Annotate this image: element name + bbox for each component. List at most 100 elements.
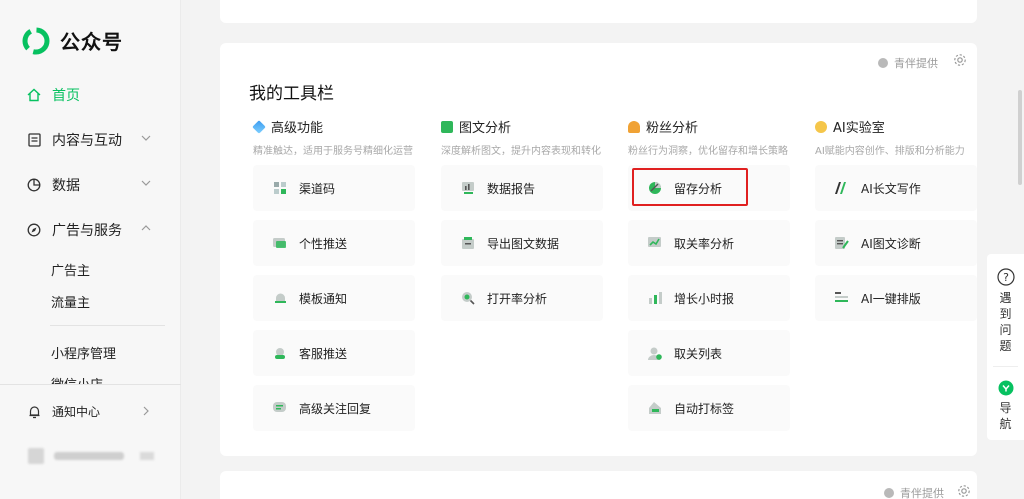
sidebar-divider: [50, 325, 165, 326]
sidebar-item-home[interactable]: 首页: [26, 85, 156, 105]
column-desc: AI赋能内容创作、排版和分析能力: [815, 146, 965, 157]
sidebar-item-data[interactable]: 数据: [26, 175, 156, 195]
nav-label: 导航: [999, 401, 1012, 431]
tool-label: 取关列表: [674, 346, 723, 361]
tool-label: 打开率分析: [487, 291, 548, 306]
sidebar-item-label: 数据: [52, 178, 80, 194]
sidebar-subitem-advertiser[interactable]: 广告主: [51, 260, 90, 279]
column-title: 图文分析: [459, 121, 512, 136]
column-desc: 精准触达，适用于服务号精细化运营: [253, 146, 413, 157]
tool-ai-one-click-layout[interactable]: AI一键排版: [815, 275, 977, 321]
tool-label: 个性推送: [299, 236, 348, 251]
help-label: 遇到问题: [999, 291, 1012, 353]
column-title: 高级功能: [271, 121, 324, 136]
sidebar-subitem-miniprogram[interactable]: 小程序管理: [51, 343, 116, 362]
column-title: AI实验室: [833, 121, 885, 136]
user-icon: [628, 120, 640, 133]
tool-channel-code[interactable]: 渠道码: [253, 165, 415, 211]
user-remove-icon: [648, 346, 662, 360]
document-icon: [26, 132, 42, 148]
tool-unfollow-rate-analysis[interactable]: 取关率分析: [628, 220, 790, 266]
chevron-up-icon: [141, 225, 151, 231]
message-card-icon: [273, 236, 287, 250]
sidebar-item-content[interactable]: 内容与互动: [26, 130, 156, 150]
sidebar-subitem-publisher[interactable]: 流量主: [51, 292, 90, 311]
tool-hourly-growth-report[interactable]: 增长小时报: [628, 275, 790, 321]
column-desc: 深度解析图文，提升内容表现和转化: [441, 146, 601, 157]
column-advanced: 高级功能 精准触达，适用于服务号精细化运营: [252, 117, 413, 157]
tool-export-article-data[interactable]: 导出图文数据: [441, 220, 603, 266]
tool-label: 高级关注回复: [299, 401, 372, 416]
sidebar-item-notifications[interactable]: 通知中心: [26, 403, 156, 420]
toolbar-card: 青伴提供 我的工具栏 高级功能 精准触达，适用于服务号精细化运营 图文分析 深度…: [220, 43, 977, 456]
previous-card: [220, 0, 977, 23]
column-article-analysis: 图文分析 深度解析图文，提升内容表现和转化: [441, 117, 601, 157]
tool-personal-push[interactable]: 个性推送: [253, 220, 415, 266]
tool-label: AI图文诊断: [861, 236, 921, 251]
tool-label: 模板通知: [299, 291, 348, 306]
chevron-right-icon: [143, 406, 149, 416]
bar-chart-icon: [441, 120, 453, 133]
tag-icon: [648, 401, 662, 415]
column-fan-analysis: 粉丝分析 粉丝行为洞察，优化留存和增长策略: [628, 117, 788, 157]
tool-advanced-follow-reply[interactable]: 高级关注回复: [253, 385, 415, 431]
magnifier-icon: [461, 291, 475, 305]
headset-icon: [273, 346, 287, 360]
column-title: 粉丝分析: [646, 121, 699, 136]
panel-divider: [993, 366, 1018, 367]
report-chart-icon: [461, 181, 475, 195]
tool-unfollow-list[interactable]: 取关列表: [628, 330, 790, 376]
tool-template-notice[interactable]: 模板通知: [253, 275, 415, 321]
highlight-box: [632, 168, 748, 206]
tool-auto-tagging[interactable]: 自动打标签: [628, 385, 790, 431]
scrollbar-thumb[interactable]: [1018, 90, 1022, 185]
column-desc: 粉丝行为洞察，优化留存和增长策略: [628, 146, 788, 157]
sidebar-item-label: 首页: [52, 88, 80, 104]
provider-label: 青伴提供: [900, 487, 944, 499]
gear-icon[interactable]: [957, 484, 971, 498]
layers-icon: [252, 119, 266, 134]
tool-ai-long-writing[interactable]: AI长文写作: [815, 165, 977, 211]
provider-tag: 青伴提供: [884, 485, 944, 499]
bell-icon: [26, 404, 42, 420]
sidebar-divider: [0, 384, 181, 385]
account-name-blurred: [54, 452, 124, 460]
tool-label: 客服推送: [299, 346, 348, 361]
sidebar-item-label: 广告与服务: [52, 223, 122, 239]
column-ai-lab: AI实验室 AI赋能内容创作、排版和分析能力: [815, 117, 965, 157]
floating-help-panel: ? 遇到问题 导航: [987, 254, 1024, 440]
account-info[interactable]: [28, 448, 154, 464]
tool-label: 渠道码: [299, 181, 336, 196]
nav-button[interactable]: 导航: [987, 380, 1024, 432]
tool-open-rate-analysis[interactable]: 打开率分析: [441, 275, 603, 321]
tool-label: AI长文写作: [861, 181, 921, 196]
next-card: 青伴提供: [220, 471, 977, 499]
tool-label: AI一键排版: [861, 291, 921, 306]
tool-ai-article-diagnosis[interactable]: AI图文诊断: [815, 220, 977, 266]
tool-data-report[interactable]: 数据报告: [441, 165, 603, 211]
tool-service-push[interactable]: 客服推送: [253, 330, 415, 376]
tool-label: 数据报告: [487, 181, 536, 196]
app-logo[interactable]: 公众号: [22, 26, 123, 55]
home-icon: [26, 87, 42, 103]
sidebar-item-ads-services[interactable]: 广告与服务: [26, 220, 156, 240]
sidebar: 公众号 首页 内容与互动 数据 广告与服务 广告主 流量主 小程序管理 微信小店: [0, 0, 181, 499]
export-icon: [461, 236, 475, 250]
provider-label: 青伴提供: [894, 57, 938, 70]
help-button[interactable]: ? 遇到问题: [987, 268, 1024, 354]
question-icon: ?: [996, 268, 1015, 286]
account-extra-blurred: [140, 452, 154, 460]
avatar: [28, 448, 44, 464]
wechat-official-logo-icon: [22, 27, 50, 54]
ai-face-icon: [815, 120, 827, 133]
ai-diagnosis-icon: [835, 236, 849, 250]
sidebar-subitem-wechat-store[interactable]: 微信小店: [51, 374, 103, 384]
app-name: 公众号: [60, 30, 123, 54]
provider-icon: [878, 58, 888, 68]
chevron-down-icon: [141, 135, 151, 141]
tool-label: 增长小时报: [674, 291, 735, 306]
provider-tag: 青伴提供: [878, 55, 938, 71]
tool-label: 取关率分析: [674, 236, 735, 251]
sidebar-item-label: 通知中心: [52, 405, 101, 419]
gear-icon[interactable]: [953, 53, 967, 67]
